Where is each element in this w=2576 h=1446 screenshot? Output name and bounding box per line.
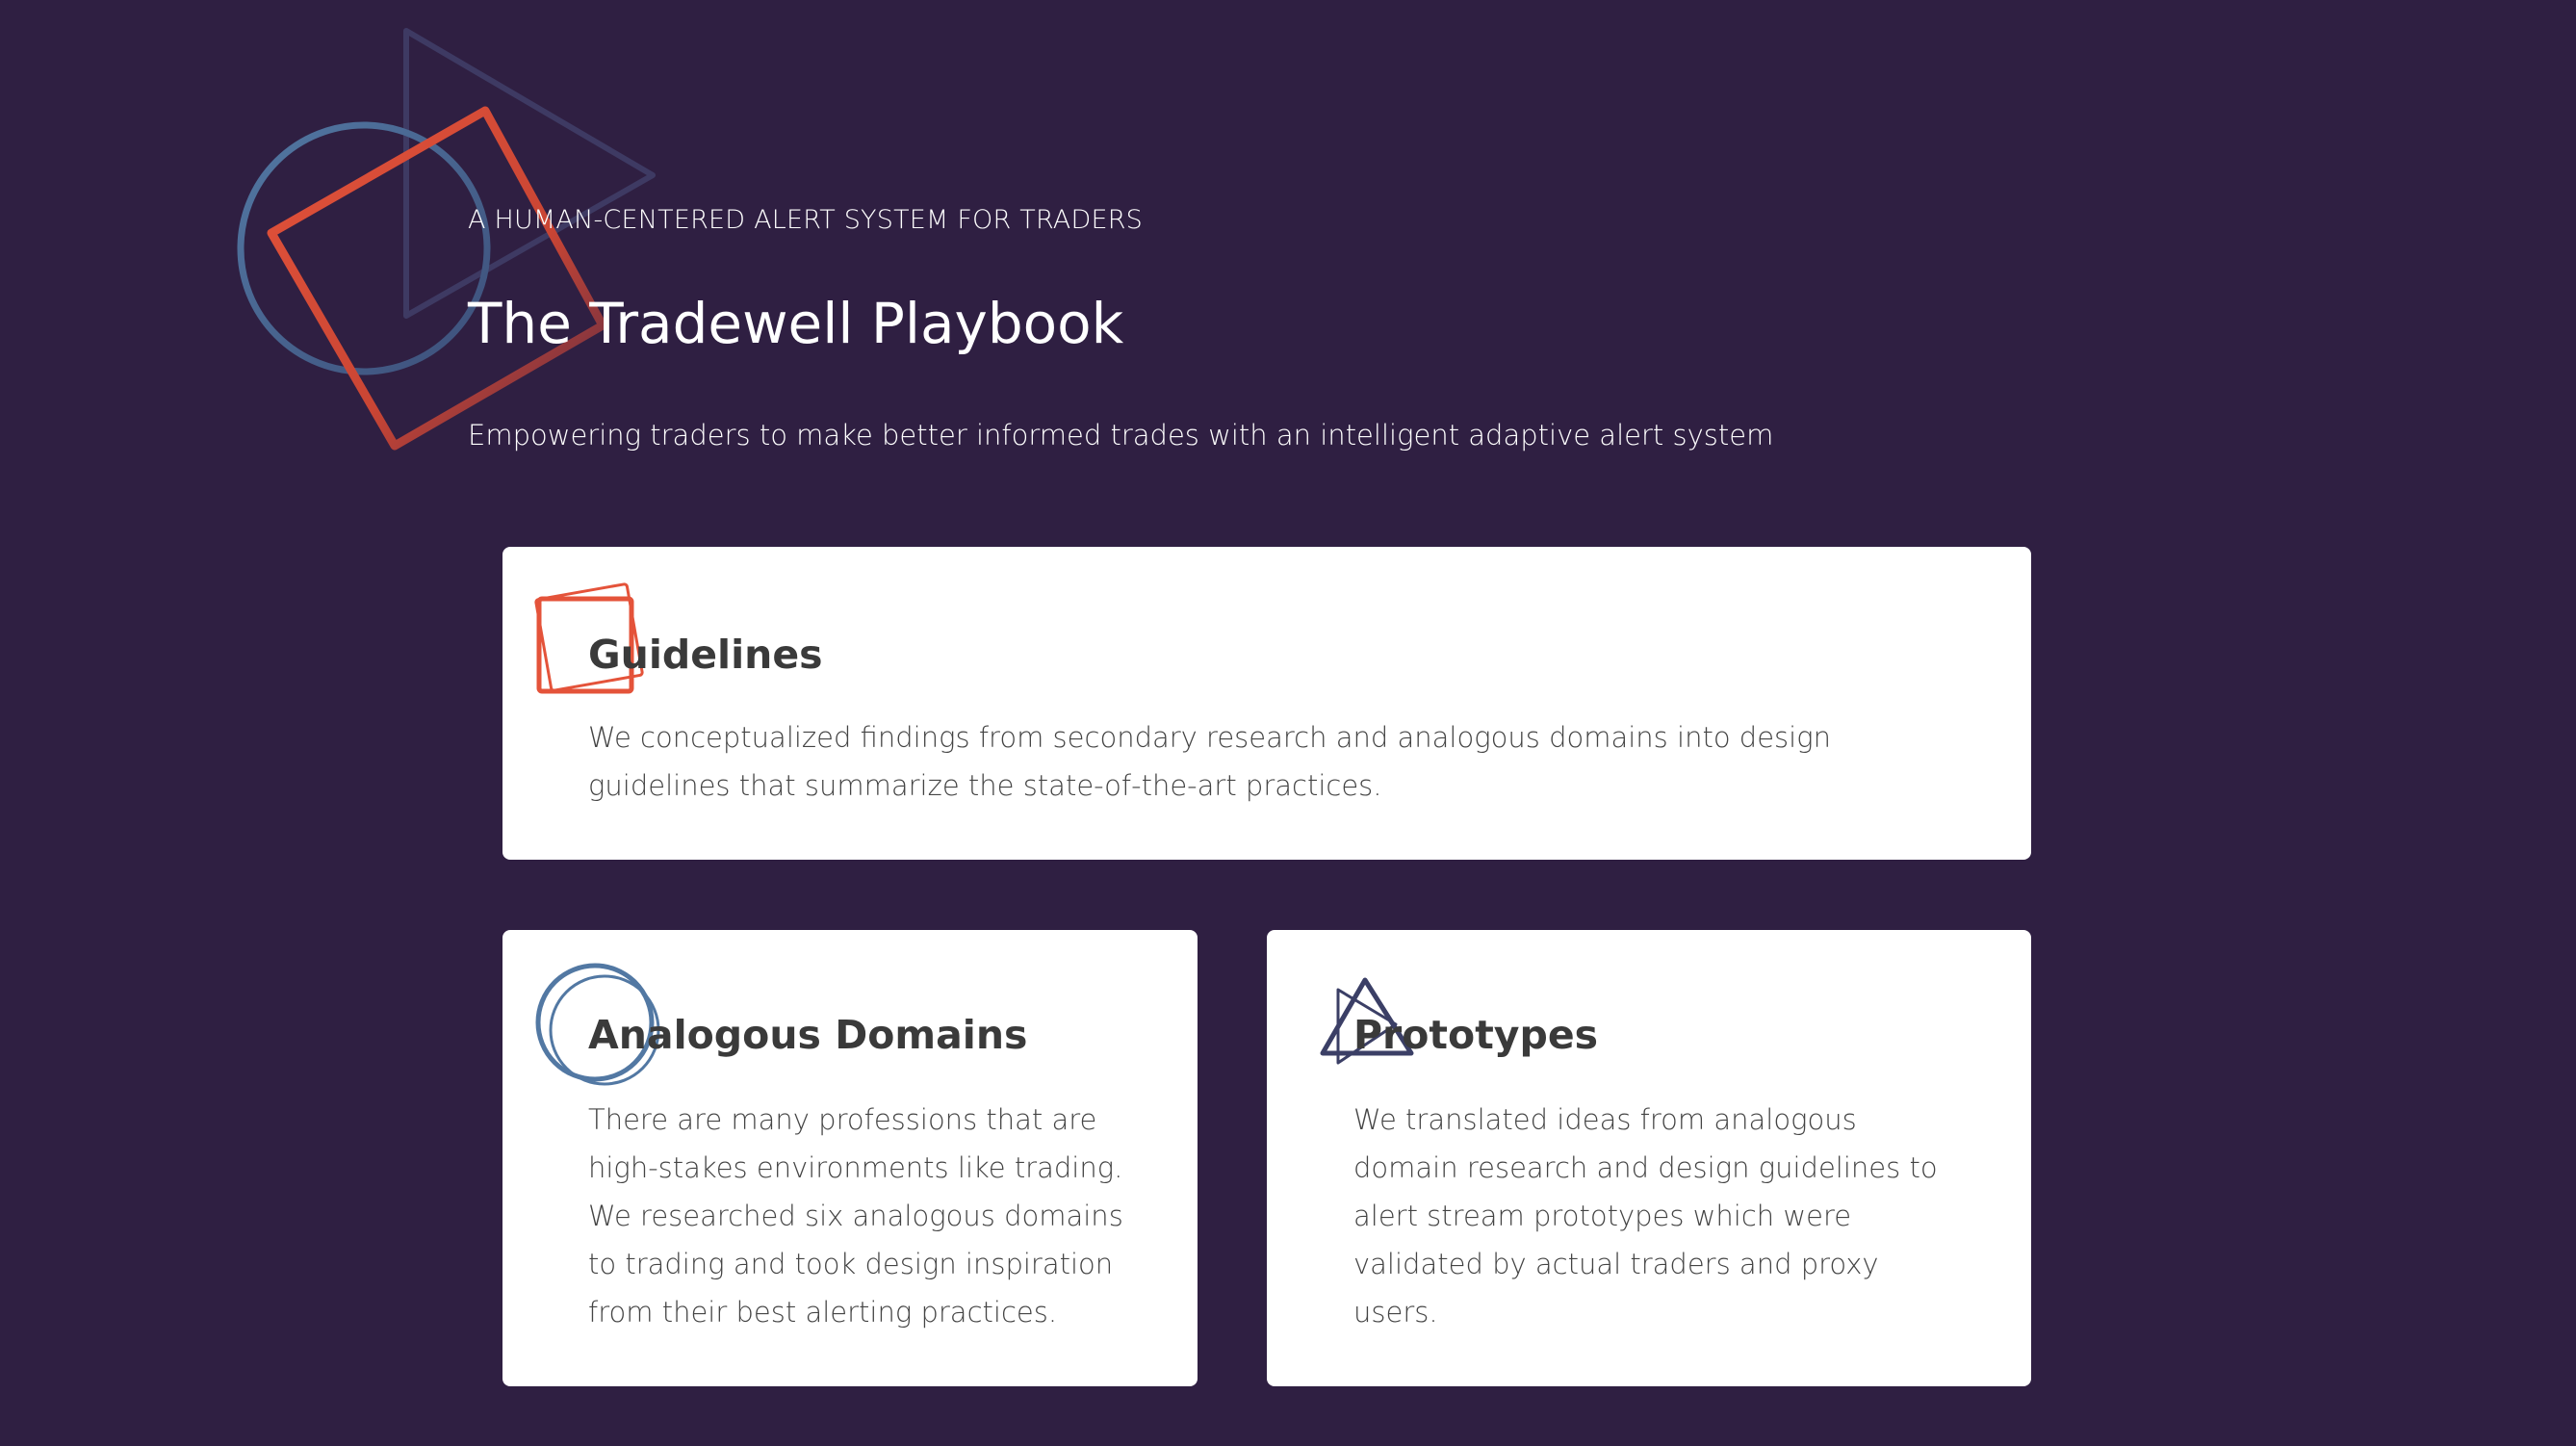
hero-triangle-shape: [403, 28, 656, 319]
hero-square-shape: [267, 106, 607, 451]
hero-eyebrow: A HUMAN-CENTERED ALERT SYSTEM FOR TRADER…: [468, 205, 1144, 235]
hero-subtitle: Empowering traders to make better inform…: [468, 419, 1774, 452]
hero-title: The Tradewell Playbook: [468, 291, 1124, 356]
card-analogous-title: Analogous Domains: [588, 1012, 1028, 1058]
card-guidelines-title: Guidelines: [588, 632, 823, 678]
card-analogous-body: There are many professions that are high…: [588, 1103, 1123, 1329]
card-guidelines-body: We conceptualized findings from secondar…: [588, 721, 1831, 802]
card-guidelines[interactable]: Guidelines We conceptualized findings fr…: [502, 547, 2031, 860]
card-prototypes-body: We translated ideas from analogous domai…: [1353, 1103, 1938, 1329]
page: A HUMAN-CENTERED ALERT SYSTEM FOR TRADER…: [0, 0, 2576, 1446]
card-prototypes[interactable]: Prototypes We translated ideas from anal…: [1267, 930, 2031, 1386]
hero-shapes-icon: [237, 28, 656, 451]
card-prototypes-title: Prototypes: [1353, 1012, 1599, 1058]
card-analogous-domains[interactable]: Analogous Domains There are many profess…: [502, 930, 1198, 1386]
